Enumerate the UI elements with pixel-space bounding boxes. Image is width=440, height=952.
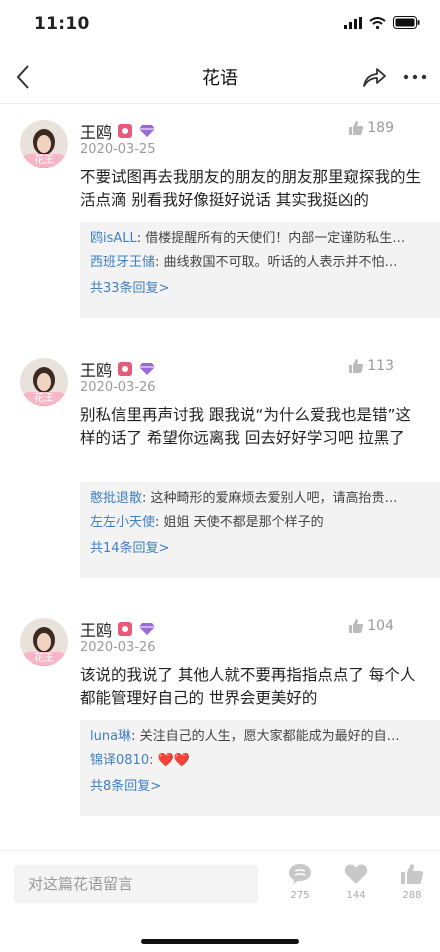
reply-user[interactable]: 锦译0810 <box>90 753 149 768</box>
thumbs-up-icon <box>349 121 364 135</box>
more-icon[interactable] <box>400 62 430 92</box>
chat-bubble-icon <box>289 864 311 884</box>
comment-date: 2020-03-26 <box>80 380 156 395</box>
status-icons <box>344 16 420 29</box>
cellular-signal-icon <box>344 16 362 29</box>
reply-text: : 关注自己的人生，愿大家都能成为最好的自… <box>131 729 400 744</box>
user-name[interactable]: 王鸥 <box>80 119 112 143</box>
reply-list: luna琳: 关注自己的人生，愿大家都能成为最好的自… 锦译0810: ❤️❤️… <box>80 720 440 816</box>
comment-count: 275 <box>290 890 310 901</box>
user-name[interactable]: 王鸥 <box>80 617 112 641</box>
reply-text: : 姐姐 天使不都是那个样子的 <box>155 515 324 530</box>
battery-icon <box>393 16 420 29</box>
comment-text: 该说的我说了 其他人就不要再指指点点了 每个人都能管理好自己的 世界会更美好的 <box>80 666 416 707</box>
favorite-button[interactable]: 144 <box>339 863 373 901</box>
comment-text: 别私信里再声讨我 跟我说“为什么爱我也是错”这样的话了 希望你远离我 回去好好学… <box>80 406 411 447</box>
reply-user[interactable]: 西班牙王储 <box>90 255 155 270</box>
thumbs-up-icon <box>349 359 364 373</box>
user-name[interactable]: 王鸥 <box>80 357 112 381</box>
comment-text: 不要试图再去我朋友的朋友的朋友那里窥探我的生活点滴 别看我好像挺好说话 其实我挺… <box>80 168 422 209</box>
avatar[interactable]: 花王 <box>20 120 68 168</box>
status-time: 11:10 <box>34 14 90 34</box>
reply-user[interactable]: luna琳 <box>90 729 131 744</box>
like-count: 113 <box>367 358 394 374</box>
comment-date: 2020-03-25 <box>80 142 156 157</box>
bottom-bar: 对这篇花语留言 275 144 288 <box>0 850 440 952</box>
reply-item[interactable]: 西班牙王储: 曲线救国不可取。听话的人表示并不怕… <box>90 252 430 274</box>
comment-card: 花王 王鸥 2020-03-25 189 不要试图再去我朋友的朋友的朋友那里窥探… <box>0 120 440 335</box>
comment-date: 2020-03-26 <box>80 640 156 655</box>
vip-diamond-icon <box>139 125 156 137</box>
level-badge-icon <box>118 622 133 636</box>
comment-card: 花王 王鸥 2020-03-26 113 别私信里再声讨我 跟我说“为什么爱我也… <box>0 358 440 593</box>
reply-item[interactable]: 锦译0810: ❤️❤️ <box>90 750 430 772</box>
heart-icon <box>344 864 368 884</box>
view-all-replies-link[interactable]: 共33条回复> <box>90 278 430 300</box>
reply-user[interactable]: 左左小天使 <box>90 515 155 530</box>
thumbs-up-icon <box>401 864 424 884</box>
comment-input[interactable]: 对这篇花语留言 <box>14 865 258 903</box>
like-button[interactable]: 189 <box>348 120 394 136</box>
avatar-badge: 花王 <box>22 652 66 666</box>
like-count: 104 <box>367 618 394 634</box>
view-all-replies-link[interactable]: 共14条回复> <box>90 538 430 560</box>
avatar-badge: 花王 <box>22 154 66 168</box>
reply-list: 憨批退散: 这种畸形的爱麻烦去爱别人吧，请高抬贵… 左左小天使: 姐姐 天使不都… <box>80 482 440 578</box>
reply-user[interactable]: 憨批退散 <box>90 491 142 506</box>
share-icon[interactable] <box>358 62 388 92</box>
vip-diamond-icon <box>139 623 156 635</box>
reply-text: : 这种畸形的爱麻烦去爱别人吧，请高抬贵… <box>142 491 398 506</box>
reply-text: : ❤️❤️ <box>149 753 190 768</box>
reply-item[interactable]: 憨批退散: 这种畸形的爱麻烦去爱别人吧，请高抬贵… <box>90 488 430 510</box>
level-badge-icon <box>118 362 133 376</box>
comment-card: 花王 王鸥 2020-03-26 104 该说的我说了 其他人就不要再指指点点了… <box>0 618 440 828</box>
comment-button[interactable]: 275 <box>283 863 317 901</box>
reply-item[interactable]: 鸥isALL: 借楼提醒所有的天使们！内部一定谨防私生… <box>90 228 430 250</box>
status-bar: 11:10 <box>0 0 440 50</box>
home-indicator[interactable] <box>141 939 299 944</box>
reply-user[interactable]: 鸥isALL <box>90 231 137 246</box>
reply-item[interactable]: 左左小天使: 姐姐 天使不都是那个样子的 <box>90 512 430 534</box>
level-badge-icon <box>118 124 133 138</box>
like-button[interactable]: 104 <box>348 618 394 634</box>
view-all-replies-link[interactable]: 共8条回复> <box>90 776 430 798</box>
avatar[interactable]: 花王 <box>20 618 68 666</box>
reply-list: 鸥isALL: 借楼提醒所有的天使们！内部一定谨防私生… 西班牙王储: 曲线救国… <box>80 222 440 318</box>
reply-item[interactable]: luna琳: 关注自己的人生，愿大家都能成为最好的自… <box>90 726 430 748</box>
like-button[interactable]: 113 <box>348 358 394 374</box>
avatar-badge: 花王 <box>22 392 66 406</box>
reply-text: : 曲线救国不可取。听话的人表示并不怕… <box>155 255 398 270</box>
nav-bar: 花语 <box>0 50 440 104</box>
like-article-button[interactable]: 288 <box>395 863 429 901</box>
favorite-count: 144 <box>346 890 366 901</box>
wifi-icon <box>369 16 386 29</box>
reply-text: : 借楼提醒所有的天使们！内部一定谨防私生… <box>136 231 406 246</box>
like-count: 288 <box>402 890 422 901</box>
avatar[interactable]: 花王 <box>20 358 68 406</box>
thumbs-up-icon <box>349 619 364 633</box>
vip-diamond-icon <box>139 363 156 375</box>
like-count: 189 <box>367 120 394 136</box>
